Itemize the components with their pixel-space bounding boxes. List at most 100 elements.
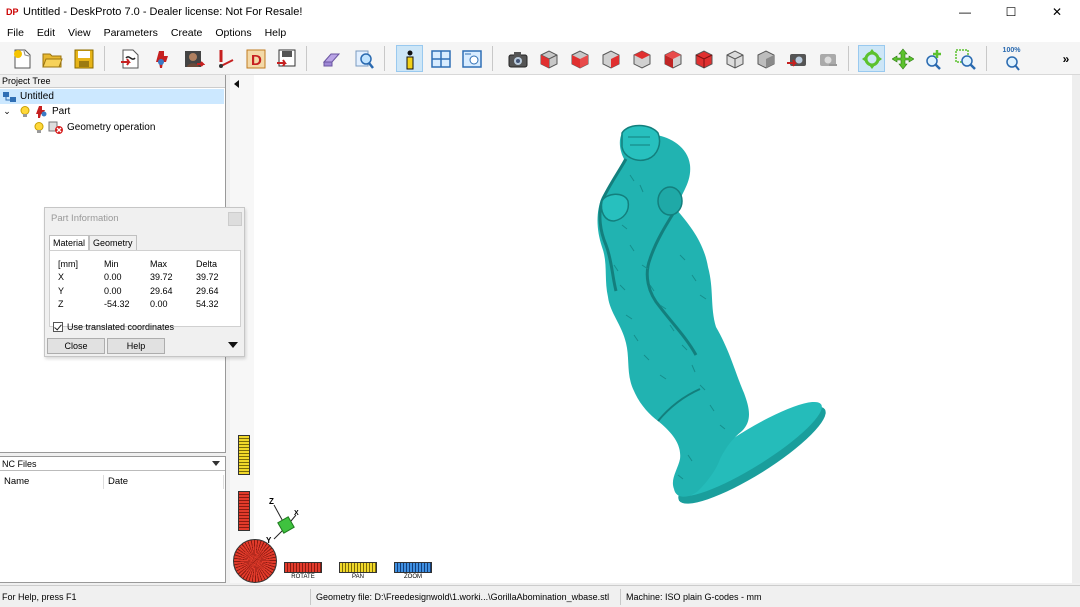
collapse-left-icon[interactable] (234, 80, 239, 88)
zoom-percent-label: 100% (1002, 46, 1021, 54)
tab-geometry[interactable]: Geometry (89, 235, 137, 250)
svg-text:D: D (251, 52, 262, 69)
pan-vertical-dial[interactable] (238, 435, 250, 475)
camera-icon (508, 51, 527, 67)
drawing-import-button[interactable]: D (242, 45, 269, 72)
rotate-mode-bar[interactable] (284, 562, 322, 573)
camera-button[interactable] (504, 45, 531, 72)
zoom-mode-button[interactable] (920, 45, 947, 72)
info-button[interactable] (396, 45, 423, 72)
menu-parameters[interactable]: Parameters (97, 27, 164, 39)
erase-button[interactable] (318, 45, 345, 72)
tree-item-part[interactable]: ⌄ Part (0, 104, 70, 119)
project-icon (3, 91, 16, 102)
menu-help[interactable]: Help (258, 27, 293, 39)
view-top-button[interactable] (690, 45, 717, 72)
rotate-wheel-dial[interactable] (233, 539, 277, 583)
menu-edit[interactable]: Edit (30, 27, 61, 39)
min-cell: 0.00 (104, 272, 122, 283)
zoom-mode-label: ZOOM (404, 574, 422, 580)
view-front-button[interactable] (566, 45, 593, 72)
light-bulb-icon[interactable] (34, 121, 44, 134)
tree-item-geometry-operation[interactable]: Geometry operation (34, 120, 155, 135)
tree-item-root[interactable]: Untitled (0, 89, 224, 104)
dialog-close-box[interactable] (228, 212, 242, 226)
project-tree-header: Project Tree (0, 75, 225, 88)
view-back-button[interactable] (628, 45, 655, 72)
export-disk-icon (276, 49, 295, 67)
bitmap-import-button[interactable] (180, 45, 207, 72)
vector-curve-icon (218, 49, 233, 68)
translated-coordinates-option[interactable]: Use translated coordinates (53, 322, 174, 332)
previous-view-button[interactable] (783, 45, 810, 72)
export-button[interactable] (272, 45, 299, 72)
open-project-button[interactable] (38, 45, 65, 72)
vector-import-button[interactable] (212, 45, 239, 72)
delta-cell: 54.32 (196, 299, 219, 310)
layout-button[interactable] (427, 45, 454, 72)
axis-cell: Z (58, 299, 64, 310)
view-bottom-button[interactable] (721, 45, 748, 72)
view-right-button[interactable] (597, 45, 624, 72)
toolbar-separator (492, 46, 493, 71)
expand-down-icon[interactable] (228, 342, 238, 348)
delta-cell: 39.72 (196, 272, 219, 283)
axis-cell: Y (58, 285, 65, 296)
import-geometry-button[interactable] (116, 45, 143, 72)
nc-files-header[interactable]: NC Files (0, 457, 225, 471)
maximize-button[interactable]: ☐ (988, 0, 1034, 24)
table-row: Z -54.32 0.00 54.32 (58, 298, 219, 312)
toolbar-separator (104, 46, 105, 71)
import-part-button[interactable] (148, 45, 175, 72)
menu-view[interactable]: View (61, 27, 97, 39)
zoom-window-button[interactable] (951, 45, 978, 72)
viewport-right-edge (1072, 75, 1080, 583)
view-iso-button[interactable] (535, 45, 562, 72)
cube-iso-icon (540, 49, 557, 69)
view-window-button[interactable] (458, 45, 485, 72)
close-button[interactable]: Close (47, 338, 105, 354)
preview-button[interactable] (350, 45, 377, 72)
cube-front-icon (571, 49, 588, 69)
window-grid-icon (430, 49, 451, 68)
table-row: X 0.00 39.72 39.72 (58, 271, 219, 285)
next-view-button[interactable] (814, 45, 841, 72)
tree-item-root-label: Untitled (20, 91, 54, 102)
open-folder-icon (41, 53, 63, 67)
toolbar-overflow-button[interactable]: » (1058, 45, 1074, 72)
close-window-button[interactable]: ✕ (1034, 0, 1080, 24)
tab-material[interactable]: Material (49, 235, 90, 250)
pan-mode-bar[interactable] (339, 562, 377, 573)
menu-options[interactable]: Options (208, 27, 257, 39)
axis-x-label: X (294, 510, 299, 517)
rotate-vertical-dial[interactable] (238, 491, 250, 531)
rotate-mode-button[interactable] (858, 45, 885, 72)
dialog-tabs: Material Geometry (49, 235, 137, 250)
menu-create[interactable]: Create (164, 27, 209, 39)
light-bulb-icon[interactable] (20, 105, 30, 118)
translated-coordinates-checkbox[interactable] (53, 322, 63, 332)
new-project-button[interactable] (8, 45, 35, 72)
part-icon (36, 105, 47, 118)
view-left-button[interactable] (659, 45, 686, 72)
status-geometry-file: Geometry file: D:\Freedesignwold\1.worki… (316, 592, 610, 602)
toolbar-separator (306, 46, 307, 71)
status-separator (620, 589, 621, 605)
view-default-button[interactable] (752, 45, 779, 72)
zoom-mode-bar[interactable] (394, 562, 432, 573)
help-button[interactable]: Help (107, 338, 165, 354)
column-header-name[interactable]: Name (0, 475, 104, 489)
minimize-button[interactable]: — (942, 0, 988, 24)
save-project-button[interactable] (70, 45, 97, 72)
pan-mode-button[interactable] (889, 45, 916, 72)
column-header-date[interactable]: Date (104, 475, 224, 489)
expand-chevron-icon[interactable]: ⌄ (0, 106, 14, 117)
dropdown-arrow-icon[interactable] (212, 461, 220, 466)
zoom-100-button[interactable]: 100% (998, 45, 1025, 72)
cube-right-icon (602, 49, 619, 69)
info-icon (406, 50, 413, 69)
menu-file[interactable]: File (0, 27, 30, 39)
max-cell: 39.72 (150, 272, 173, 283)
3d-viewport[interactable]: Z Y X ROTATE PAN ZOOM (230, 75, 1072, 583)
header-min: Min (104, 258, 119, 269)
